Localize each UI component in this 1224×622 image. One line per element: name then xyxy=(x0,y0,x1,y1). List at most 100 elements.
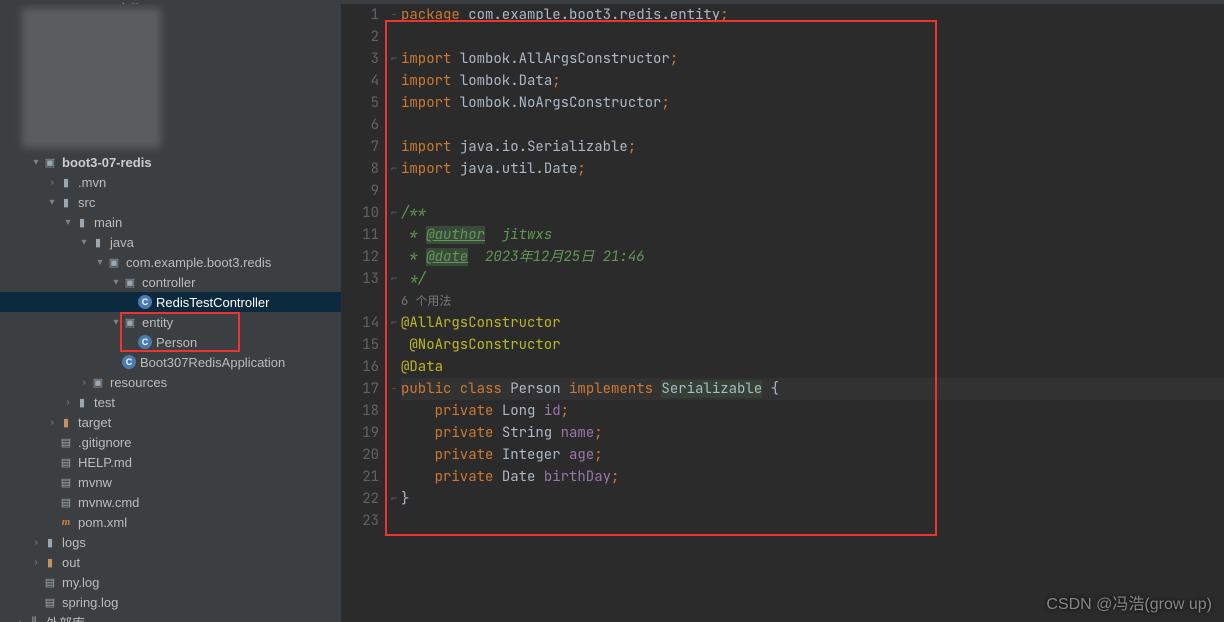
line-number[interactable]: 16 xyxy=(341,356,379,378)
line-number[interactable]: 11 xyxy=(341,224,379,246)
line-number[interactable]: 10 xyxy=(341,202,379,224)
code-line[interactable] xyxy=(401,510,1224,532)
expand-arrow-icon[interactable]: › xyxy=(30,537,42,548)
tree-node[interactable]: ›▮target xyxy=(0,412,341,432)
expand-arrow-icon[interactable]: ▾ xyxy=(62,217,74,228)
fold-marker[interactable] xyxy=(387,422,401,444)
fold-marker[interactable] xyxy=(387,224,401,246)
code-line[interactable]: */ xyxy=(401,268,1224,290)
tree-node[interactable]: ›▣resources xyxy=(0,372,341,392)
code-line[interactable]: private Integer age; xyxy=(401,444,1224,466)
expand-arrow-icon[interactable]: › xyxy=(14,617,26,622)
tree-node[interactable]: ▾▣boot3-07-redis xyxy=(0,152,341,172)
expand-arrow-icon[interactable]: › xyxy=(78,377,90,388)
fold-marker[interactable]: ⌐ xyxy=(387,48,401,70)
expand-arrow-icon[interactable]: › xyxy=(30,557,42,568)
code-line[interactable]: import java.util.Date; xyxy=(401,158,1224,180)
line-number[interactable]: 18 xyxy=(341,400,379,422)
line-number[interactable]: 19 xyxy=(341,422,379,444)
fold-marker[interactable]: ⌐ xyxy=(387,488,401,510)
code-line[interactable]: package com.example.boot3.redis.entity; xyxy=(401,4,1224,26)
line-number[interactable]: 1 xyxy=(341,4,379,26)
line-number[interactable]: 3 xyxy=(341,48,379,70)
expand-arrow-icon[interactable]: ▾ xyxy=(78,237,90,248)
line-number[interactable]: 7 xyxy=(341,136,379,158)
fold-marker[interactable]: − xyxy=(387,4,401,26)
tree-node[interactable]: ›⫴外部库 xyxy=(0,612,341,622)
tree-node[interactable]: ▤my.log xyxy=(0,572,341,592)
line-number[interactable]: 12 xyxy=(341,246,379,268)
code-line[interactable] xyxy=(401,114,1224,136)
tree-node[interactable]: ▾▣entity xyxy=(0,312,341,332)
code-body[interactable]: package com.example.boot3.redis.entity; i… xyxy=(401,4,1224,622)
line-number[interactable]: 22 xyxy=(341,488,379,510)
line-number[interactable]: 21 xyxy=(341,466,379,488)
tree-node[interactable]: CPerson xyxy=(0,332,341,352)
fold-marker[interactable] xyxy=(387,334,401,356)
code-line[interactable]: * @date 2023年12月25日 21:46 xyxy=(401,246,1224,268)
code-line[interactable]: * @author jitwxs xyxy=(401,224,1224,246)
code-line[interactable]: import lombok.Data; xyxy=(401,70,1224,92)
tree-node[interactable]: CBoot307RedisApplication xyxy=(0,352,341,372)
code-line[interactable]: @AllArgsConstructor xyxy=(401,312,1224,334)
code-line[interactable]: /** xyxy=(401,202,1224,224)
line-number[interactable]: 15 xyxy=(341,334,379,356)
code-line[interactable]: 6 个用法 xyxy=(401,290,1224,312)
code-line[interactable] xyxy=(401,180,1224,202)
fold-marker[interactable]: ⌐ xyxy=(387,312,401,334)
line-number[interactable]: 17 xyxy=(341,378,379,400)
expand-arrow-icon[interactable]: ▾ xyxy=(46,197,58,208)
code-line[interactable]: @Data xyxy=(401,356,1224,378)
fold-marker[interactable] xyxy=(387,26,401,48)
code-line[interactable] xyxy=(401,26,1224,48)
tree-node[interactable]: ›▮out xyxy=(0,552,341,572)
tree-node[interactable]: ▾▮src xyxy=(0,192,341,212)
line-number[interactable]: 14 xyxy=(341,312,379,334)
tree-node[interactable]: ▾▣controller xyxy=(0,272,341,292)
fold-gutter[interactable]: −⌐⌐⌐⌐⌐−⌐ xyxy=(387,4,401,622)
expand-arrow-icon[interactable]: › xyxy=(46,177,58,188)
fold-marker[interactable] xyxy=(387,70,401,92)
fold-marker[interactable] xyxy=(387,444,401,466)
tree-node[interactable]: ▤spring.log xyxy=(0,592,341,612)
fold-marker[interactable] xyxy=(387,114,401,136)
fold-marker[interactable] xyxy=(387,136,401,158)
line-number[interactable]: 6 xyxy=(341,114,379,136)
fold-marker[interactable] xyxy=(387,92,401,114)
code-line[interactable]: import java.io.Serializable; xyxy=(401,136,1224,158)
tree-node[interactable]: ▤mvnw xyxy=(0,472,341,492)
line-number[interactable]: 2 xyxy=(341,26,379,48)
fold-marker[interactable] xyxy=(387,510,401,532)
expand-arrow-icon[interactable]: › xyxy=(62,397,74,408)
expand-arrow-icon[interactable]: › xyxy=(46,417,58,428)
tree-node[interactable]: ▤.gitignore xyxy=(0,432,341,452)
fold-marker[interactable]: ⌐ xyxy=(387,268,401,290)
code-line[interactable]: private String name; xyxy=(401,422,1224,444)
expand-arrow-icon[interactable]: ▾ xyxy=(110,317,122,328)
expand-arrow-icon[interactable]: ▾ xyxy=(110,277,122,288)
tree-node[interactable]: ›▮.mvn xyxy=(0,172,341,192)
tree-node[interactable]: mpom.xml xyxy=(0,512,341,532)
tree-node[interactable]: ▾▮main xyxy=(0,212,341,232)
code-line[interactable]: private Long id; xyxy=(401,400,1224,422)
fold-marker[interactable] xyxy=(387,466,401,488)
tree-node[interactable]: ▤HELP.md xyxy=(0,452,341,472)
tree-node[interactable]: ▤mvnw.cmd xyxy=(0,492,341,512)
fold-marker[interactable]: − xyxy=(387,378,401,400)
code-line[interactable]: import lombok.NoArgsConstructor; xyxy=(401,92,1224,114)
line-number[interactable] xyxy=(341,290,379,312)
fold-marker[interactable] xyxy=(387,246,401,268)
code-line[interactable]: public class Person implements Serializa… xyxy=(401,378,1224,400)
line-number[interactable]: 13 xyxy=(341,268,379,290)
tree-node[interactable]: CRedisTestController xyxy=(0,292,341,312)
fold-marker[interactable] xyxy=(387,180,401,202)
project-tree[interactable]: ▾▣boot3-07-redis›▮.mvn▾▮src▾▮main▾▮java▾… xyxy=(0,4,341,622)
fold-marker[interactable] xyxy=(387,356,401,378)
fold-marker[interactable]: ⌐ xyxy=(387,202,401,224)
line-number[interactable]: 5 xyxy=(341,92,379,114)
tree-node[interactable]: ▾▮java xyxy=(0,232,341,252)
code-editor[interactable]: 1234567891011121314151617181920212223 −⌐… xyxy=(341,4,1224,622)
expand-arrow-icon[interactable]: ▾ xyxy=(94,257,106,268)
line-number[interactable]: 9 xyxy=(341,180,379,202)
line-number[interactable]: 4 xyxy=(341,70,379,92)
